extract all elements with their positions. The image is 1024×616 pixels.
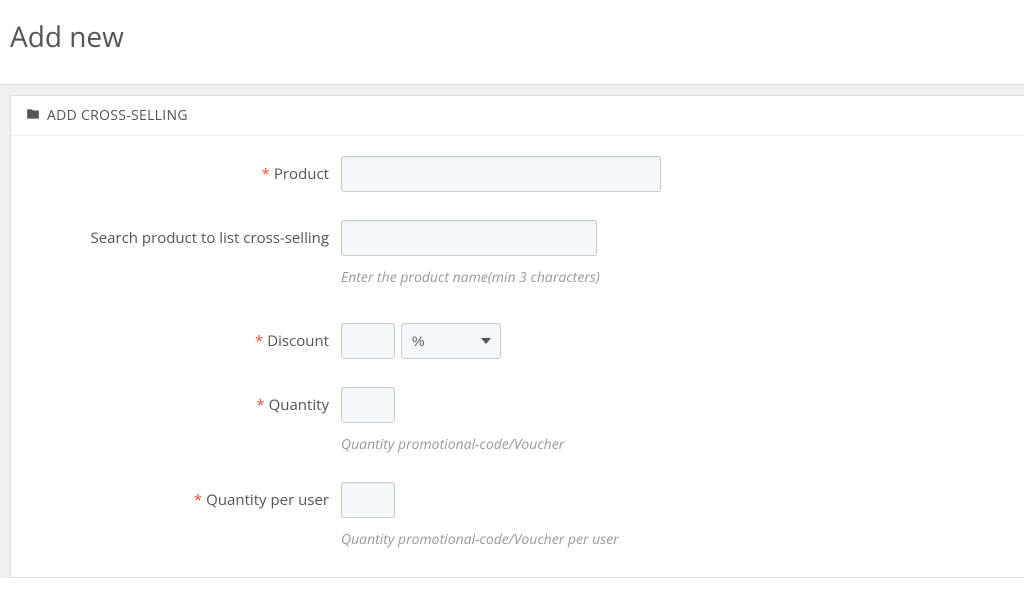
product-label: *Product [11, 156, 341, 184]
page-title: Add new [0, 0, 1024, 84]
panel-header-title: ADD CROSS-SELLING [47, 106, 188, 125]
required-asterisk: * [255, 331, 263, 351]
discount-label: *Discount [11, 323, 341, 351]
required-asterisk: * [194, 490, 202, 510]
discount-input[interactable] [341, 323, 395, 359]
search-label: Search product to list cross-selling [11, 220, 341, 248]
quantity-per-user-row: *Quantity per user Quantity promotional-… [11, 482, 1024, 549]
content-area: ADD CROSS-SELLING *Product Search produc… [0, 84, 1024, 578]
discount-row: *Discount % [11, 323, 1024, 359]
quantity-per-user-label: *Quantity per user [11, 482, 341, 510]
required-asterisk: * [262, 164, 270, 184]
quantity-label: *Quantity [11, 387, 341, 415]
product-row: *Product [11, 156, 1024, 192]
panel-header: ADD CROSS-SELLING [11, 96, 1024, 136]
product-input[interactable] [341, 156, 661, 192]
quantity-label-text: Quantity [269, 395, 329, 415]
folder-icon [25, 107, 47, 125]
discount-unit-select[interactable]: % [401, 323, 501, 359]
product-label-text: Product [274, 164, 329, 184]
panel-body: *Product Search product to list cross-se… [11, 136, 1024, 549]
quantity-row: *Quantity Quantity promotional-code/Vouc… [11, 387, 1024, 454]
quantity-per-user-input[interactable] [341, 482, 395, 518]
search-help-text: Enter the product name(min 3 characters) [341, 268, 1024, 287]
quantity-help-text: Quantity promotional-code/Voucher [341, 435, 1024, 454]
quantity-per-user-label-text: Quantity per user [206, 490, 329, 510]
search-product-input[interactable] [341, 220, 597, 256]
discount-label-text: Discount [267, 331, 329, 351]
search-label-text: Search product to list cross-selling [91, 228, 330, 248]
cross-selling-panel: ADD CROSS-SELLING *Product Search produc… [10, 95, 1024, 578]
quantity-per-user-help-text: Quantity promotional-code/Voucher per us… [341, 530, 1024, 549]
search-row: Search product to list cross-selling Ent… [11, 220, 1024, 287]
quantity-input[interactable] [341, 387, 395, 423]
required-asterisk: * [256, 395, 264, 415]
